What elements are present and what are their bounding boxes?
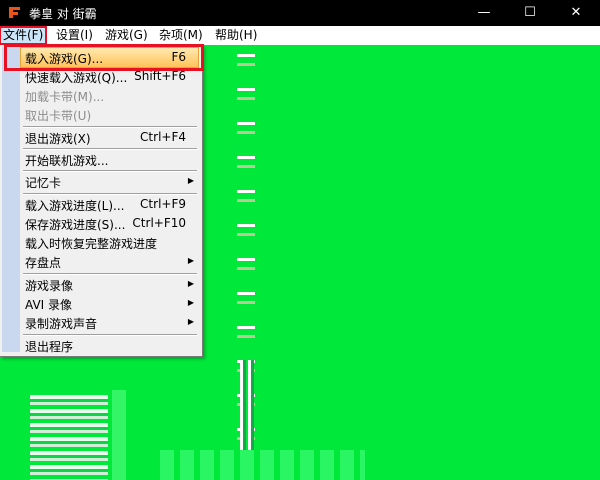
menu-item-label: 开始联机游戏... xyxy=(25,154,109,168)
submenu-arrow-icon: ▶ xyxy=(187,176,194,185)
menu-item-label: 游戏录像 xyxy=(25,279,74,293)
menu-item-label: 录制游戏声音 xyxy=(25,317,98,331)
menu-item-label: AVI 录像 xyxy=(25,298,73,312)
menu-item-label: 取出卡带(U) xyxy=(25,109,92,123)
menu-icon-gutter xyxy=(2,47,20,352)
menu-item-load-cart: 加载卡带(M)... xyxy=(21,86,198,105)
menu-item-label: 退出程序 xyxy=(25,340,74,354)
menu-item-eject-cart: 取出卡带(U) xyxy=(21,105,198,124)
menu-misc[interactable]: 杂项(M) xyxy=(157,28,205,43)
window-title: 拳皇 对 街霸 xyxy=(29,7,97,21)
menu-item-shortcut: Ctrl+F9 xyxy=(140,197,186,211)
menu-settings[interactable]: 设置(I) xyxy=(54,28,95,43)
screen-glitch-artifact xyxy=(160,450,365,480)
menu-item-label: 退出游戏(X) xyxy=(25,132,91,146)
submenu-arrow-icon: ▶ xyxy=(187,279,194,288)
menu-item-label: 快速载入游戏(Q)... xyxy=(25,71,128,85)
fighter-logo-icon xyxy=(7,5,22,20)
menu-item-avi-record[interactable]: AVI 录像 ▶ xyxy=(21,294,198,313)
screen-glitch-artifact xyxy=(30,395,108,480)
minimize-button[interactable]: — xyxy=(461,0,507,26)
menu-item-shortcut: Ctrl+F10 xyxy=(132,216,186,230)
menu-item-label: 保存游戏进度(S)... xyxy=(25,218,126,232)
menu-bar: 文件(F) 设置(I) 游戏(G) 杂项(M) 帮助(H) xyxy=(0,26,600,45)
title-bar: 拳皇 对 街霸 — ☐ ✕ xyxy=(0,0,600,26)
menu-item-savepoint[interactable]: 存盘点 ▶ xyxy=(21,252,198,271)
menu-item-label: 加载卡带(M)... xyxy=(25,90,105,104)
menu-item-label: 记忆卡 xyxy=(25,176,62,190)
menu-item-restore-on-load[interactable]: 载入时恢复完整游戏进度 xyxy=(21,233,198,252)
menu-item-record-video[interactable]: 游戏录像 ▶ xyxy=(21,275,198,294)
highlight-annotation-box xyxy=(4,44,204,71)
menu-help[interactable]: 帮助(H) xyxy=(213,28,259,43)
submenu-arrow-icon: ▶ xyxy=(187,317,194,326)
menu-item-label: 载入游戏进度(L)... xyxy=(25,199,125,213)
menu-item-memory-card[interactable]: 记忆卡 ▶ xyxy=(21,172,198,191)
menu-item-label: 存盘点 xyxy=(25,256,62,270)
menu-item-quit[interactable]: 退出程序 xyxy=(21,336,198,355)
menu-item-save-state[interactable]: 保存游戏进度(S)... Ctrl+F10 xyxy=(21,214,198,233)
screen-glitch-artifact xyxy=(112,390,126,480)
close-button[interactable]: ✕ xyxy=(553,0,599,26)
maximize-button[interactable]: ☐ xyxy=(507,0,553,26)
menu-file[interactable]: 文件(F) xyxy=(0,26,48,45)
menu-games[interactable]: 游戏(G) xyxy=(103,28,150,43)
menu-item-netplay[interactable]: 开始联机游戏... xyxy=(21,150,198,169)
file-menu-dropdown: 载入游戏(G)... F6 快速载入游戏(Q)... Shift+F6 加载卡带… xyxy=(0,45,203,357)
menu-item-shortcut: Shift+F6 xyxy=(134,69,186,83)
menu-item-load-state[interactable]: 载入游戏进度(L)... Ctrl+F9 xyxy=(21,195,198,214)
menu-item-exit-game[interactable]: 退出游戏(X) Ctrl+F4 xyxy=(21,128,198,147)
menu-item-record-audio[interactable]: 录制游戏声音 ▶ xyxy=(21,313,198,332)
menu-item-label: 载入时恢复完整游戏进度 xyxy=(25,237,158,251)
menu-item-shortcut: Ctrl+F4 xyxy=(140,130,186,144)
submenu-arrow-icon: ▶ xyxy=(187,256,194,265)
submenu-arrow-icon: ▶ xyxy=(187,298,194,307)
